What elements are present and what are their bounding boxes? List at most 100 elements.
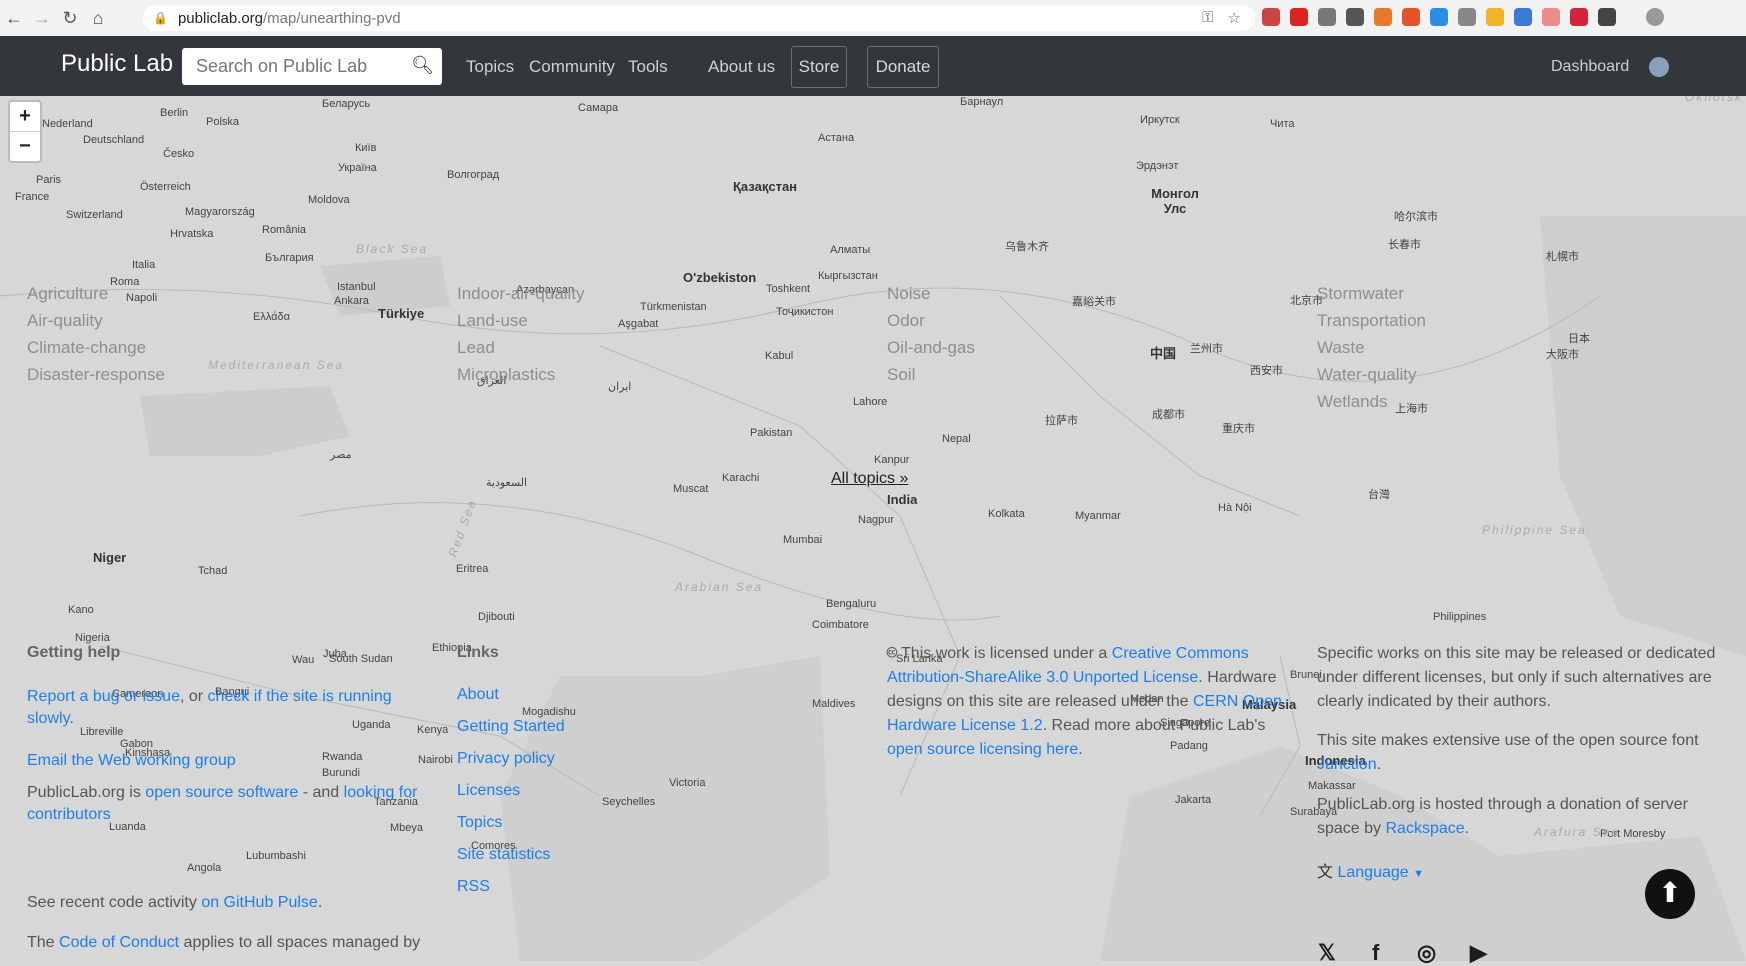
extension-icon[interactable] [1402, 8, 1420, 26]
topic-link[interactable]: Indoor-air-quality [457, 284, 585, 304]
forward-icon[interactable]: → [28, 8, 56, 29]
map-label: 哈尔滨市 [1394, 211, 1438, 223]
topic-link[interactable]: Microplastics [457, 365, 555, 385]
store-button[interactable]: Store [791, 46, 847, 88]
twitter-icon[interactable]: 𝕏 [1318, 940, 1336, 966]
home-icon[interactable]: ⌂ [84, 8, 112, 29]
email-group-link[interactable]: Email the Web working group [27, 752, 236, 769]
extension-icon[interactable] [1486, 8, 1504, 26]
scroll-to-top-icon[interactable]: ⬆ [1645, 869, 1695, 919]
extension-icon[interactable] [1318, 8, 1336, 26]
pulse-period: . [317, 894, 323, 911]
help-period: . [69, 710, 74, 727]
map-label: 拉萨市 [1045, 415, 1078, 427]
language-selector[interactable]: 文 Language ▼ [1317, 862, 1424, 885]
topic-link[interactable]: Air-quality [27, 311, 103, 331]
extension-icon[interactable] [1542, 8, 1560, 26]
extension-icon[interactable] [1374, 8, 1392, 26]
map-label: Kano [68, 604, 94, 616]
and-text: - and [298, 784, 344, 801]
youtube-icon[interactable]: ▶ [1470, 940, 1487, 966]
link-licenses[interactable]: Licenses [457, 782, 520, 800]
topic-link[interactable]: Transportation [1317, 311, 1426, 331]
zoom-in-button[interactable]: + [10, 102, 40, 131]
map-label: ایران [608, 381, 632, 393]
topic-link[interactable]: Land-use [457, 311, 528, 331]
map-label: Hà Nội [1218, 502, 1252, 514]
licensing-link[interactable]: open source licensing here [887, 741, 1078, 758]
extension-icon[interactable] [1514, 8, 1532, 26]
map-label: Polska [206, 116, 240, 128]
extension-icon[interactable] [1346, 8, 1364, 26]
map-label: 中国 [1150, 346, 1177, 361]
topic-link[interactable]: Agriculture [27, 284, 108, 304]
language-link[interactable]: Language [1337, 864, 1408, 881]
map-label: Myanmar [1075, 510, 1121, 522]
topic-link[interactable]: Water-quality [1317, 365, 1417, 385]
extension-icon[interactable] [1598, 8, 1616, 26]
map-label: 兰州市 [1190, 343, 1223, 355]
nav-community[interactable]: Community [529, 57, 615, 77]
extension-icon[interactable] [1458, 8, 1476, 26]
topic-link[interactable]: Oil-and-gas [887, 338, 975, 358]
extension-icon[interactable] [1290, 8, 1308, 26]
map-label: Roma [110, 276, 140, 288]
extension-icon[interactable] [1430, 8, 1448, 26]
search-icon[interactable]: 🔍︎ [411, 55, 434, 76]
link-topics[interactable]: Topics [457, 814, 502, 832]
user-avatar[interactable] [1649, 57, 1669, 77]
map-label: 嘉峪关市 [1072, 296, 1116, 308]
facebook-icon[interactable]: f [1372, 940, 1379, 966]
link-privacy-policy[interactable]: Privacy policy [457, 750, 555, 768]
topic-link[interactable]: Odor [887, 311, 925, 331]
map-label: Київ [355, 142, 377, 154]
profile-avatar-icon[interactable] [1646, 8, 1664, 26]
bookmark-star-icon[interactable]: ☆ [1228, 9, 1241, 27]
map-label: Чита [1270, 118, 1295, 130]
link-getting-started[interactable]: Getting Started [457, 718, 565, 736]
search-input[interactable] [194, 55, 398, 78]
rackspace-link[interactable]: Rackspace [1385, 820, 1464, 837]
all-topics-link[interactable]: All topics » [831, 470, 908, 488]
topic-link[interactable]: Wetlands [1317, 392, 1388, 412]
zoom-out-button[interactable]: − [10, 131, 40, 161]
topic-link[interactable]: Disaster-response [27, 365, 165, 385]
reload-icon[interactable]: ↻ [56, 8, 84, 29]
link-site-statistics[interactable]: Site statistics [457, 846, 550, 864]
dashboard-link[interactable]: Dashboard [1551, 58, 1629, 76]
topic-link[interactable]: Soil [887, 365, 915, 385]
map-label: Україна [338, 162, 377, 174]
link-about[interactable]: About [457, 686, 499, 704]
extension-icon[interactable] [1570, 8, 1588, 26]
junction-link[interactable]: Junction [1317, 756, 1377, 773]
github-pulse-link[interactable]: on GitHub Pulse [201, 894, 318, 911]
report-bug-link[interactable]: Report a bug or issue [27, 688, 180, 705]
instagram-icon[interactable]: ◎ [1417, 940, 1436, 966]
link-rss[interactable]: RSS [457, 878, 490, 896]
extension-icon[interactable] [1262, 8, 1280, 26]
code-of-conduct-link[interactable]: Code of Conduct [59, 934, 179, 951]
topic-link[interactable]: Lead [457, 338, 495, 358]
nav-tools[interactable]: Tools [628, 57, 668, 77]
donate-button[interactable]: Donate [867, 46, 939, 88]
back-icon[interactable]: ← [0, 8, 28, 29]
map-label: Тоҷикистон [776, 306, 834, 318]
open-source-link[interactable]: open source software [145, 784, 298, 801]
map-label: South Sudan [329, 653, 393, 665]
topic-link[interactable]: Waste [1317, 338, 1365, 358]
address-bar[interactable]: 🔒 publiclab.org /map/unearthing-pvd ⚿ ☆ [143, 5, 1255, 31]
brand-logo[interactable]: Public Lab [61, 50, 173, 78]
map-label: Victoria [669, 777, 706, 789]
nav-about-us[interactable]: About us [708, 57, 775, 77]
topic-link[interactable]: Climate-change [27, 338, 146, 358]
map-label: Беларусь [322, 98, 371, 110]
key-icon[interactable]: ⚿ [1202, 9, 1213, 27]
map-label: Қазақстан [733, 179, 798, 194]
map-label: Napoli [126, 292, 158, 304]
map-label: 重庆市 [1222, 423, 1255, 435]
license-paragraph: 🅭 This work is licensed under a Creative… [887, 642, 1287, 762]
pl-is-text: PublicLab.org is [27, 784, 146, 801]
nav-topics[interactable]: Topics [466, 57, 514, 77]
topic-link[interactable]: Noise [887, 284, 930, 304]
topic-link[interactable]: Stormwater [1317, 284, 1404, 304]
